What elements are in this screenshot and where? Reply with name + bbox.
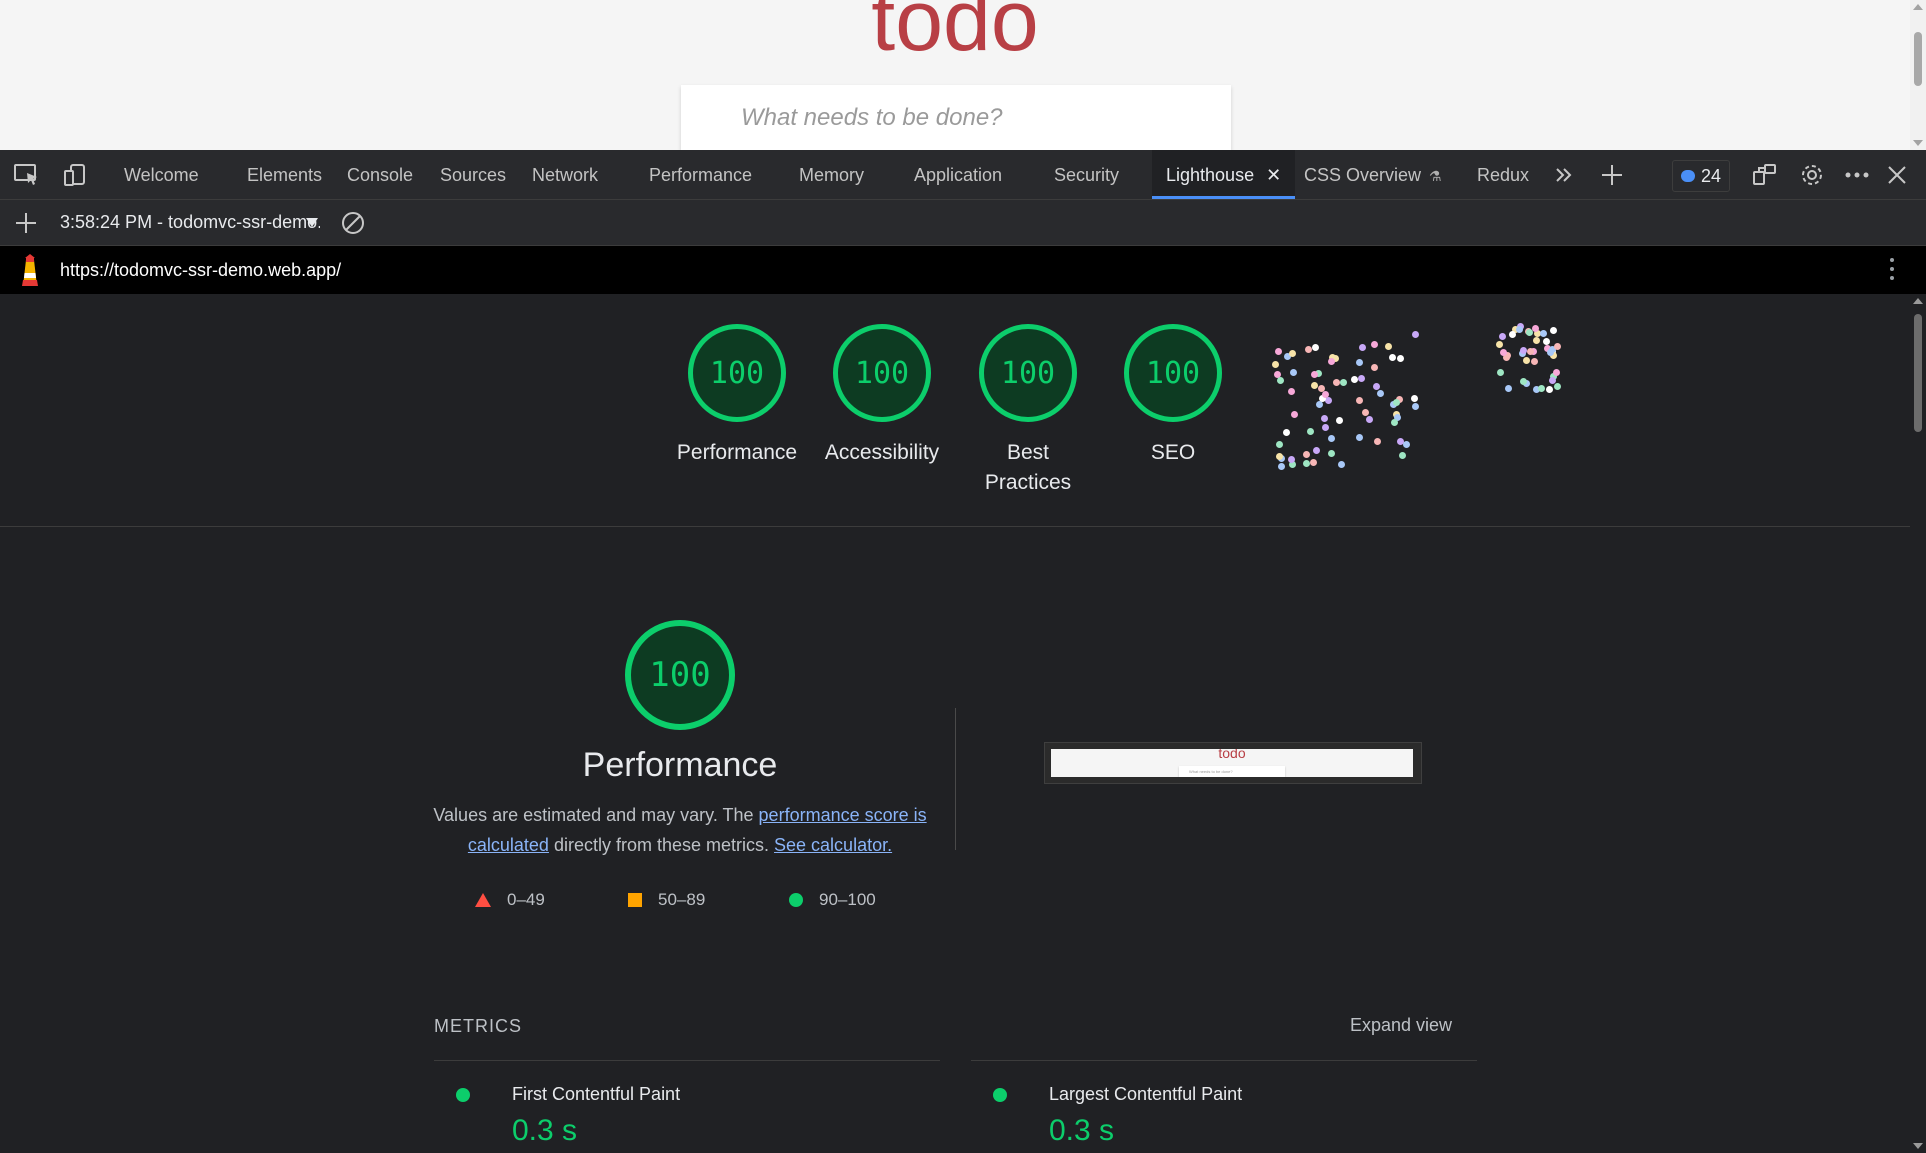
- performance-title: Performance: [582, 746, 778, 784]
- square-icon: [628, 893, 642, 907]
- final-screenshot-thumbnail[interactable]: todo What needs to be done?: [1044, 742, 1422, 784]
- issues-count: 24: [1701, 165, 1722, 186]
- tab-lighthouse[interactable]: Lighthouse ✕: [1152, 150, 1296, 199]
- pass-circle-icon: [993, 1088, 1007, 1102]
- scrollbar-thumb[interactable]: [1914, 314, 1922, 432]
- performance-category: 100 Performance Values are estimated and…: [0, 294, 1910, 1153]
- more-options-icon[interactable]: [1842, 160, 1872, 190]
- metric-value: 0.3 s: [512, 1114, 578, 1147]
- legend-fail-label: 0–49: [507, 890, 545, 909]
- new-tab-icon[interactable]: [1597, 160, 1627, 190]
- scroll-up-arrow[interactable]: [1913, 4, 1923, 10]
- legend-average-label: 50–89: [658, 890, 706, 909]
- experiment-flask-icon: ⚗: [1429, 168, 1442, 184]
- lighthouse-logo-icon: [16, 254, 44, 293]
- report-select-label: 3:58:24 PM - todomvc-ssr-demo.web.app: [60, 212, 320, 232]
- metrics-header: METRICS: [434, 1016, 522, 1036]
- legend-average: 50–89: [628, 890, 705, 910]
- chevron-down-icon: [306, 218, 318, 227]
- legend-pass: 90–100: [789, 890, 876, 910]
- performance-score-gauge[interactable]: 100: [625, 620, 735, 730]
- report-scrollbar[interactable]: [1910, 294, 1926, 1153]
- tab-memory[interactable]: Memory: [799, 150, 864, 199]
- report-url[interactable]: https://todomvc-ssr-demo.web.app/: [60, 260, 341, 281]
- clear-reports-icon[interactable]: [338, 208, 368, 238]
- tab-network[interactable]: Network: [532, 150, 598, 199]
- see-calculator-link[interactable]: See calculator.: [774, 835, 892, 855]
- performance-description: Values are estimated and may vary. The p…: [430, 800, 930, 860]
- desc-text: directly from these metrics.: [548, 835, 775, 855]
- report-url-bar: https://todomvc-ssr-demo.web.app/: [0, 246, 1926, 294]
- tab-security[interactable]: Security: [1054, 150, 1119, 199]
- settings-icon[interactable]: [1797, 160, 1827, 190]
- tab-redux[interactable]: Redux: [1477, 150, 1529, 199]
- lighthouse-toolbar: 3:58:24 PM - todomvc-ssr-demo.web.app: [0, 200, 1926, 246]
- metric-name: Largest Contentful Paint: [1049, 1084, 1243, 1104]
- new-report-icon[interactable]: [11, 208, 41, 238]
- tab-performance[interactable]: Performance: [649, 150, 752, 199]
- issues-icon: [1681, 170, 1695, 182]
- tab-css-overview-label: CSS Overview: [1304, 165, 1422, 185]
- scroll-down-arrow[interactable]: [1913, 140, 1923, 146]
- page-scrollbar[interactable]: [1910, 0, 1926, 150]
- pass-circle-icon: [456, 1088, 470, 1102]
- close-devtools-icon[interactable]: [1882, 160, 1912, 190]
- tab-css-overview[interactable]: CSS Overview ⚗: [1304, 150, 1442, 199]
- devtools-tabbar: Welcome Elements Console Sources Network…: [0, 150, 1926, 200]
- tab-elements[interactable]: Elements: [247, 150, 322, 199]
- legend-fail: 0–49: [475, 890, 545, 910]
- scrollbar-thumb[interactable]: [1914, 32, 1922, 86]
- report-menu-icon[interactable]: [1890, 258, 1896, 284]
- app-title: todo: [871, 0, 1039, 69]
- tab-sources[interactable]: Sources: [440, 150, 506, 199]
- circle-icon: [789, 893, 803, 907]
- triangle-icon: [475, 893, 491, 907]
- page-viewport: todo: [0, 0, 1926, 150]
- tab-welcome[interactable]: Welcome: [124, 150, 199, 199]
- report-select-dropdown[interactable]: 3:58:24 PM - todomvc-ssr-demo.web.app: [60, 212, 320, 233]
- desc-text: Values are estimated and may vary. The: [433, 805, 759, 825]
- issues-counter-button[interactable]: 24: [1672, 160, 1731, 192]
- legend-pass-label: 90–100: [819, 890, 876, 909]
- scroll-up-arrow[interactable]: [1913, 298, 1923, 304]
- device-toolbar-icon[interactable]: [60, 160, 90, 190]
- scroll-down-arrow[interactable]: [1913, 1143, 1923, 1149]
- metric-divider: [971, 1060, 1477, 1061]
- thumbnail-input: What needs to be done?: [1179, 766, 1285, 777]
- metric-divider: [434, 1060, 940, 1061]
- inspect-icon[interactable]: [12, 160, 42, 190]
- more-tabs-icon[interactable]: [1549, 160, 1579, 190]
- metric-name: First Contentful Paint: [512, 1084, 681, 1104]
- expand-view-button[interactable]: Expand view: [1344, 1014, 1458, 1037]
- vertical-divider: [955, 708, 956, 850]
- tab-console[interactable]: Console: [347, 150, 413, 199]
- tab-lighthouse-label: Lighthouse: [1166, 165, 1255, 185]
- tab-application[interactable]: Application: [914, 150, 1002, 199]
- thumbnail-title: todo: [1218, 749, 1246, 761]
- new-todo-input[interactable]: [681, 85, 1231, 150]
- connect-icon[interactable]: [1750, 160, 1780, 190]
- close-tab-icon[interactable]: ✕: [1266, 165, 1281, 185]
- metric-value: 0.3 s: [1049, 1114, 1115, 1147]
